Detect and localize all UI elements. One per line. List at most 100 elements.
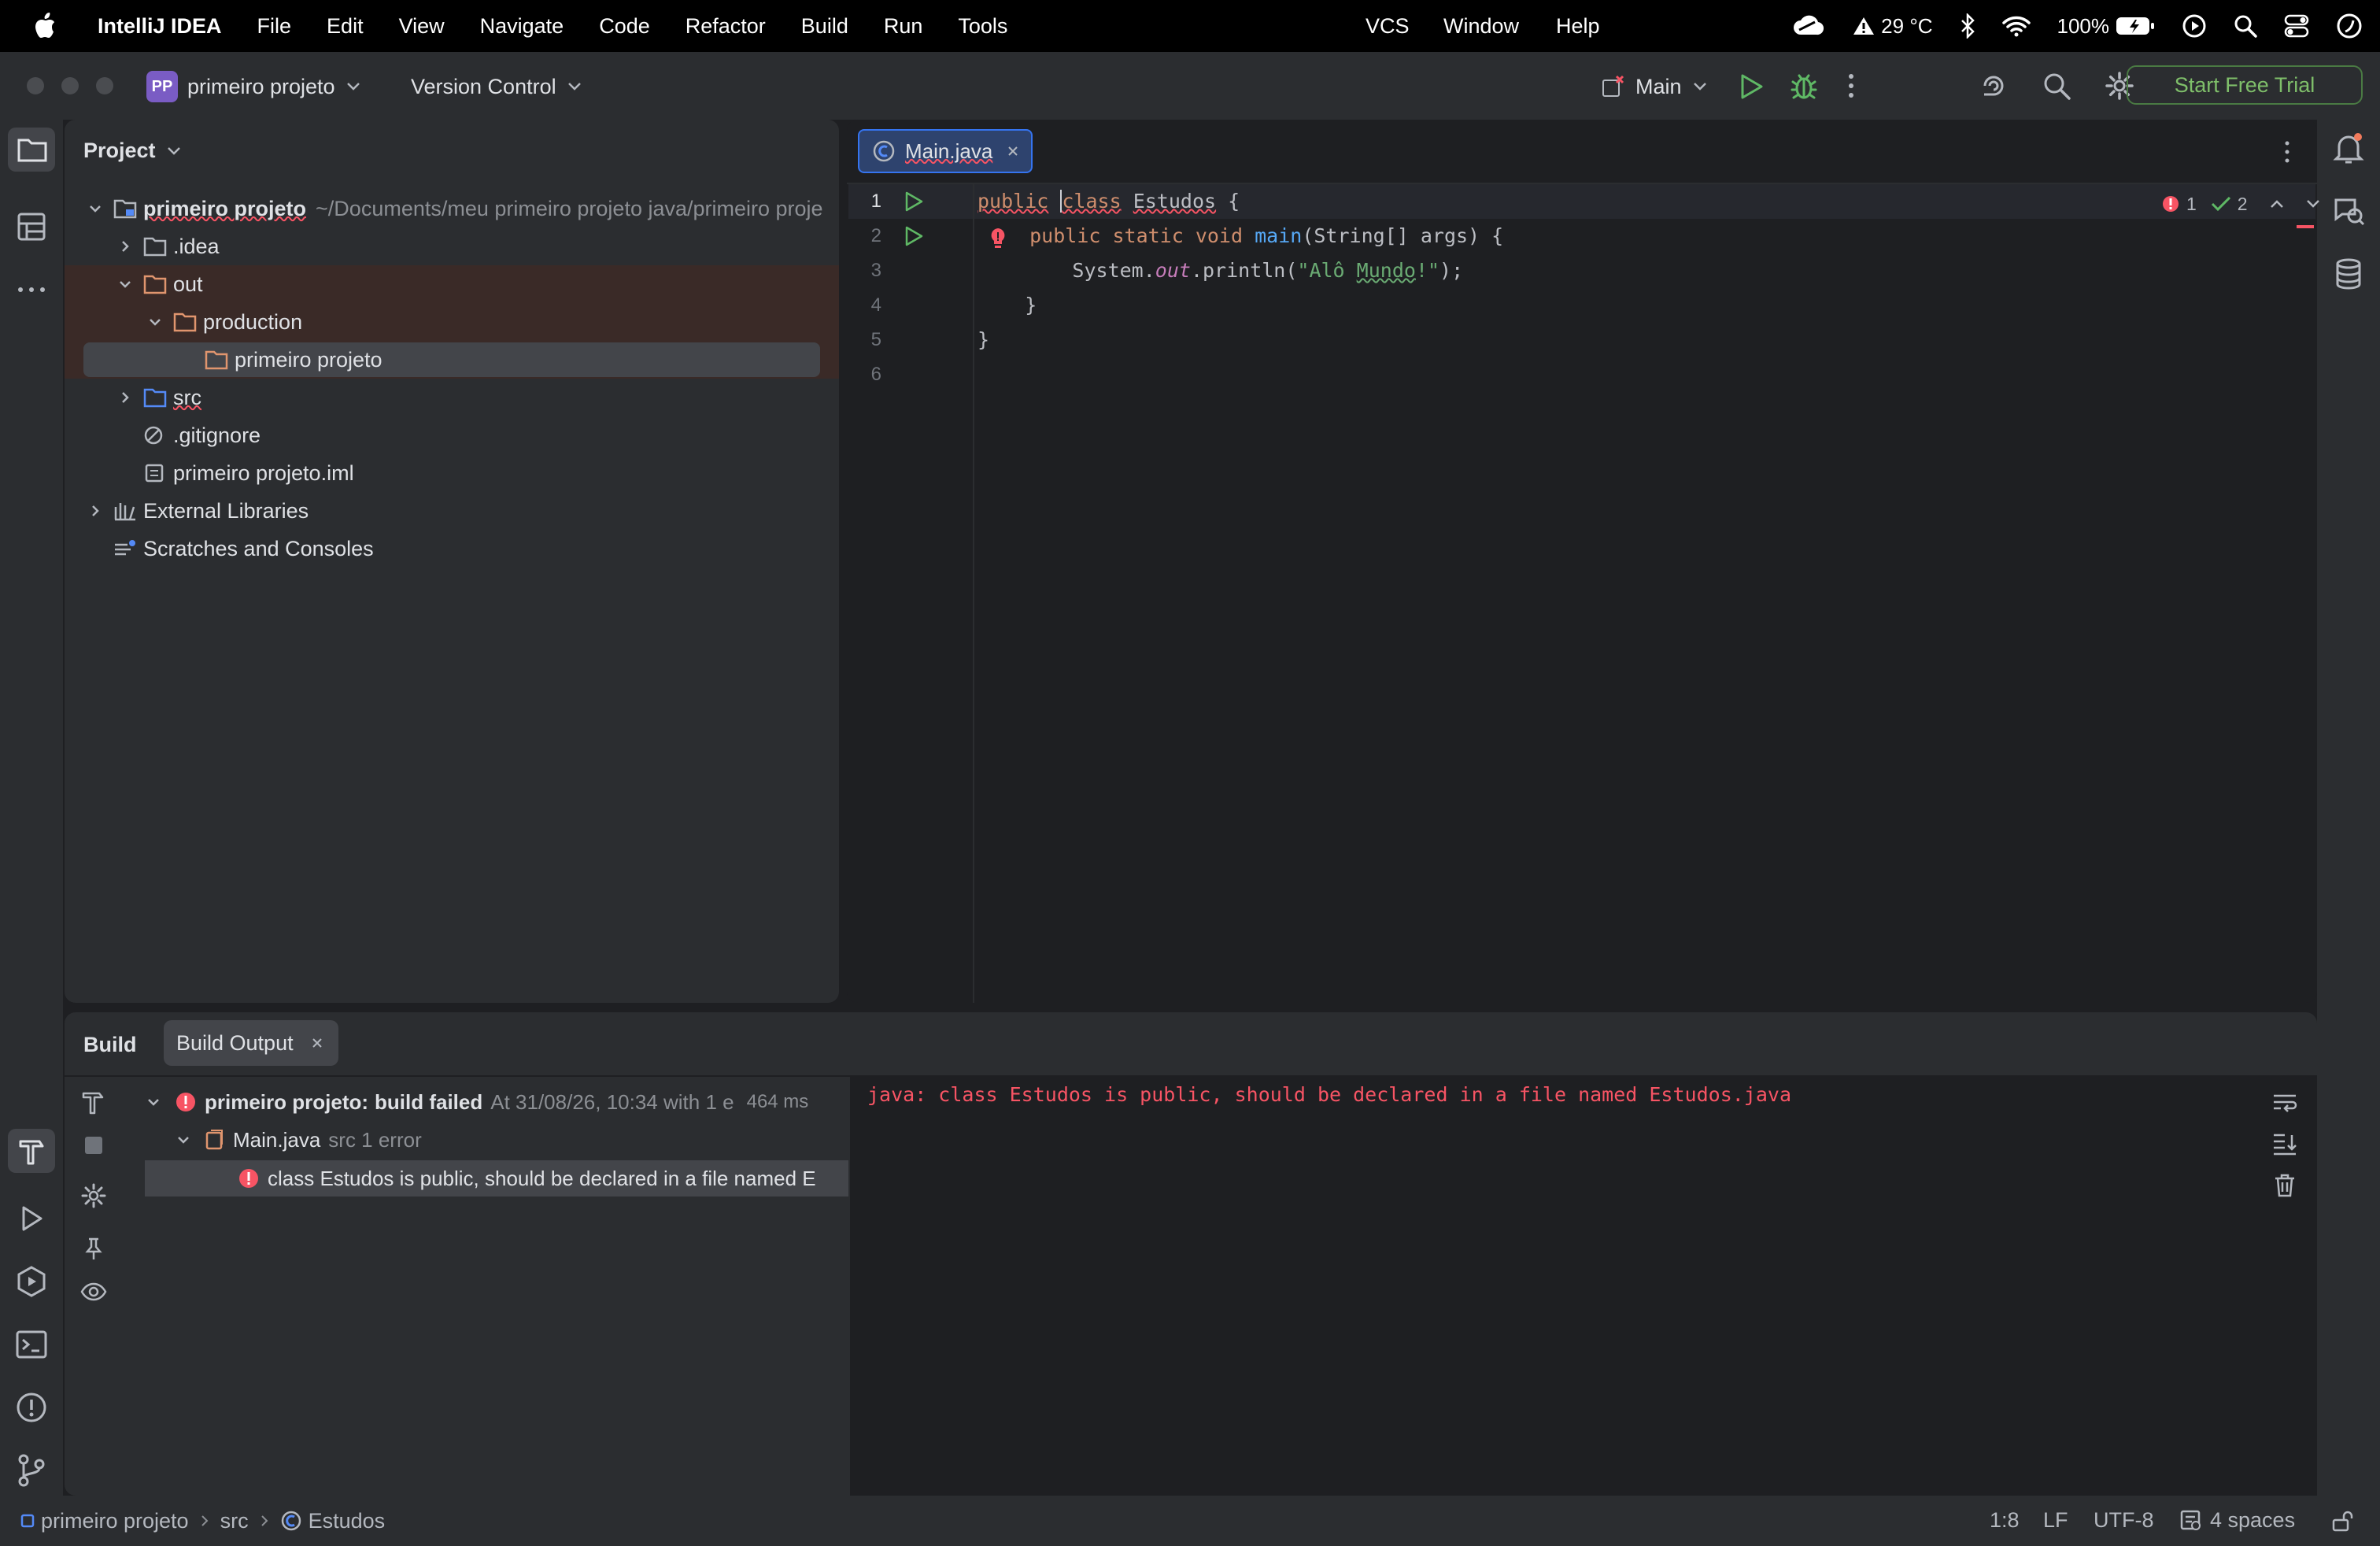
close-tab-icon[interactable] [1007, 145, 1019, 157]
chevron-down-icon[interactable] [146, 1095, 161, 1109]
chevron-right-icon[interactable] [118, 390, 132, 405]
start-free-trial-button[interactable]: Start Free Trial [2127, 65, 2363, 105]
chevron-right-icon[interactable] [88, 504, 102, 518]
services-icon[interactable] [14, 1264, 49, 1299]
bluetooth-icon[interactable] [1960, 13, 1975, 39]
menu-vcs[interactable]: VCS [1366, 14, 1410, 39]
scroll-to-end-icon[interactable] [2271, 1132, 2298, 1157]
structure-icon[interactable] [14, 209, 49, 244]
battery-widget[interactable]: 100% [2057, 14, 2156, 39]
inspections-widget[interactable]: 1 2 [2161, 192, 2320, 216]
soft-wrap-icon[interactable] [2271, 1091, 2298, 1115]
project-tool-button[interactable] [8, 128, 55, 172]
file-encoding[interactable]: UTF-8 [2094, 1508, 2154, 1533]
more-actions-icon[interactable] [1846, 72, 1856, 99]
database-icon[interactable] [2331, 257, 2366, 291]
tree-node-idea[interactable]: .idea [65, 227, 839, 265]
menu-run[interactable]: Run [884, 14, 923, 39]
menu-help[interactable]: Help [1556, 14, 1600, 39]
error-bulb-icon[interactable] [989, 227, 1007, 250]
run-tool-icon[interactable] [14, 1201, 49, 1236]
tree-node-output-folder[interactable]: primeiro projeto [65, 341, 839, 379]
run-config-selector[interactable]: Main [1601, 71, 1707, 102]
now-playing-icon[interactable] [2182, 13, 2207, 39]
creative-cloud-icon[interactable] [1791, 14, 1826, 38]
project-switcher[interactable]: primeiro projeto [187, 71, 360, 102]
breadcrumb-class[interactable]: Estudos [309, 1509, 386, 1533]
vcs-widget[interactable]: Version Control [411, 71, 582, 102]
build-settings-icon[interactable] [80, 1182, 107, 1209]
chevron-down-icon[interactable] [118, 277, 132, 291]
close-tab-icon[interactable] [311, 1037, 323, 1049]
error-stripe-marker[interactable] [2297, 225, 2314, 228]
tree-node-out[interactable]: out [65, 265, 839, 303]
editor-more-icon[interactable] [2282, 139, 2292, 165]
clear-all-trash-icon[interactable] [2273, 1173, 2297, 1198]
view-options-eye-icon[interactable] [80, 1280, 107, 1304]
menu-view[interactable]: View [399, 14, 445, 39]
previous-highlight-icon[interactable] [2270, 199, 2284, 209]
breadcrumb-src[interactable]: src [220, 1509, 249, 1533]
build-output-tab[interactable]: Build Output [164, 1020, 338, 1066]
tree-node-iml[interactable]: primeiro projeto.iml [65, 454, 839, 492]
search-everywhere-icon[interactable] [2042, 71, 2071, 101]
code-area[interactable]: public class Estudos { public static voi… [978, 184, 1503, 392]
control-center-icon[interactable] [2284, 14, 2309, 38]
siri-icon[interactable] [2336, 13, 2363, 39]
ai-assistant-icon[interactable] [1979, 71, 2009, 101]
menu-navigate[interactable]: Navigate [480, 14, 564, 39]
chevron-down-icon[interactable] [176, 1133, 190, 1147]
menu-build[interactable]: Build [801, 14, 848, 39]
problems-icon[interactable] [14, 1390, 49, 1425]
more-tool-windows-icon[interactable] [14, 272, 49, 307]
project-badge[interactable]: PP [146, 71, 178, 102]
tree-node-external-libraries[interactable]: External Libraries [65, 492, 839, 530]
window-minimize-button[interactable] [61, 77, 79, 94]
build-tool-button[interactable] [8, 1129, 55, 1173]
wifi-icon[interactable] [2001, 15, 2031, 37]
ai-chat-icon[interactable] [2331, 194, 2366, 228]
apple-icon[interactable] [33, 13, 57, 39]
menu-refactor[interactable]: Refactor [686, 14, 766, 39]
gutter-run-icon[interactable] [904, 190, 924, 213]
unlock-icon[interactable] [2331, 1510, 2353, 1532]
window-close-button[interactable] [27, 77, 44, 94]
line-separator[interactable]: LF [2043, 1508, 2068, 1533]
spotlight-search-icon[interactable] [2234, 14, 2257, 38]
tree-node-production[interactable]: production [65, 303, 839, 341]
indent-widget[interactable]: 4 spaces [2180, 1508, 2295, 1533]
window-zoom-button[interactable] [96, 77, 113, 94]
debug-icon[interactable] [1790, 71, 1818, 101]
editor-tab-main-java[interactable]: Main.java [858, 129, 1033, 173]
build-output-text[interactable]: java: class Estudos is public, should be… [867, 1083, 1791, 1107]
breadcrumb-project[interactable]: primeiro projeto [41, 1509, 189, 1533]
project-panel-header[interactable]: Project [83, 139, 181, 163]
run-icon[interactable] [1738, 72, 1765, 101]
tree-node-src[interactable]: src [65, 379, 839, 416]
terminal-icon[interactable] [14, 1327, 49, 1362]
tree-node-scratches[interactable]: Scratches and Consoles [65, 530, 839, 568]
chevron-down-icon[interactable] [148, 315, 162, 329]
build-node-file[interactable]: Main.java src 1 error [176, 1121, 422, 1159]
menu-edit[interactable]: Edit [327, 14, 364, 39]
tree-node-project-root[interactable]: primeiro projeto ~/Documents/meu primeir… [65, 190, 839, 227]
gutter-run-icon[interactable] [904, 225, 924, 247]
chevron-right-icon[interactable] [118, 239, 132, 253]
weather-widget[interactable]: 29 °C [1853, 14, 1933, 39]
chevron-down-icon[interactable] [88, 202, 102, 216]
pin-tab-icon[interactable] [80, 1236, 107, 1263]
menu-window[interactable]: Window [1443, 14, 1519, 39]
build-node-root[interactable]: primeiro projeto: build failed At 31/08/… [146, 1083, 808, 1121]
tree-node-gitignore[interactable]: .gitignore [65, 416, 839, 454]
notifications-bell-icon[interactable] [2331, 131, 2366, 165]
menu-code[interactable]: Code [599, 14, 650, 39]
build-node-error[interactable]: class Estudos is public, should be decla… [145, 1160, 848, 1196]
git-branch-icon[interactable] [14, 1453, 49, 1488]
stop-build-icon[interactable] [85, 1137, 102, 1154]
next-highlight-icon[interactable] [2306, 199, 2320, 209]
rebuild-hammer-icon[interactable] [80, 1089, 107, 1116]
caret-position[interactable]: 1:8 [1990, 1508, 2020, 1533]
menu-app-name[interactable]: IntelliJ IDEA [98, 14, 222, 39]
menu-tools[interactable]: Tools [958, 14, 1007, 39]
menu-file[interactable]: File [257, 14, 292, 39]
